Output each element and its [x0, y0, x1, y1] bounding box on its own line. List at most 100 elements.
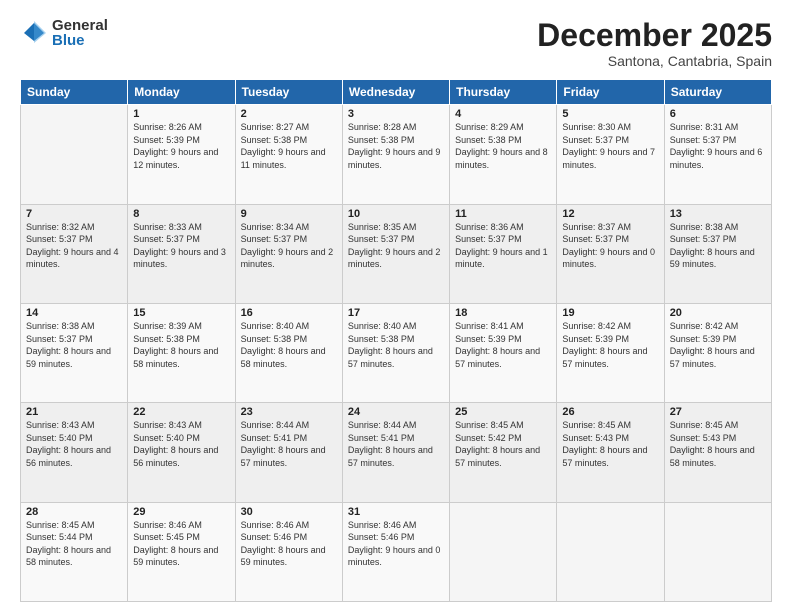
logo-text: General Blue: [52, 18, 108, 48]
day-cell: 9Sunrise: 8:34 AMSunset: 5:37 PMDaylight…: [235, 204, 342, 303]
header-day-friday: Friday: [557, 80, 664, 105]
day-number: 25: [455, 406, 551, 418]
day-cell: 15Sunrise: 8:39 AMSunset: 5:38 PMDayligh…: [128, 303, 235, 402]
day-cell: 2Sunrise: 8:27 AMSunset: 5:38 PMDaylight…: [235, 105, 342, 204]
day-info: Sunrise: 8:38 AMSunset: 5:37 PMDaylight:…: [670, 221, 766, 271]
day-cell: [450, 502, 557, 601]
day-info: Sunrise: 8:27 AMSunset: 5:38 PMDaylight:…: [241, 121, 337, 171]
day-number: 21: [26, 406, 122, 418]
day-cell: 31Sunrise: 8:46 AMSunset: 5:46 PMDayligh…: [342, 502, 449, 601]
logo: General Blue: [20, 18, 108, 48]
day-number: 14: [26, 307, 122, 319]
day-info: Sunrise: 8:44 AMSunset: 5:41 PMDaylight:…: [348, 419, 444, 469]
day-info: Sunrise: 8:40 AMSunset: 5:38 PMDaylight:…: [348, 320, 444, 370]
day-cell: 5Sunrise: 8:30 AMSunset: 5:37 PMDaylight…: [557, 105, 664, 204]
day-info: Sunrise: 8:36 AMSunset: 5:37 PMDaylight:…: [455, 221, 551, 271]
day-info: Sunrise: 8:26 AMSunset: 5:39 PMDaylight:…: [133, 121, 229, 171]
day-info: Sunrise: 8:42 AMSunset: 5:39 PMDaylight:…: [562, 320, 658, 370]
day-info: Sunrise: 8:40 AMSunset: 5:38 PMDaylight:…: [241, 320, 337, 370]
day-info: Sunrise: 8:45 AMSunset: 5:44 PMDaylight:…: [26, 519, 122, 569]
week-row-1: 7Sunrise: 8:32 AMSunset: 5:37 PMDaylight…: [21, 204, 772, 303]
day-cell: 19Sunrise: 8:42 AMSunset: 5:39 PMDayligh…: [557, 303, 664, 402]
day-info: Sunrise: 8:31 AMSunset: 5:37 PMDaylight:…: [670, 121, 766, 171]
day-number: 4: [455, 108, 551, 120]
day-cell: 4Sunrise: 8:29 AMSunset: 5:38 PMDaylight…: [450, 105, 557, 204]
day-number: 19: [562, 307, 658, 319]
header-day-sunday: Sunday: [21, 80, 128, 105]
day-cell: 6Sunrise: 8:31 AMSunset: 5:37 PMDaylight…: [664, 105, 771, 204]
day-info: Sunrise: 8:43 AMSunset: 5:40 PMDaylight:…: [26, 419, 122, 469]
day-number: 27: [670, 406, 766, 418]
day-cell: 7Sunrise: 8:32 AMSunset: 5:37 PMDaylight…: [21, 204, 128, 303]
day-info: Sunrise: 8:29 AMSunset: 5:38 PMDaylight:…: [455, 121, 551, 171]
day-cell: 23Sunrise: 8:44 AMSunset: 5:41 PMDayligh…: [235, 403, 342, 502]
day-info: Sunrise: 8:46 AMSunset: 5:46 PMDaylight:…: [348, 519, 444, 569]
day-number: 26: [562, 406, 658, 418]
day-cell: 8Sunrise: 8:33 AMSunset: 5:37 PMDaylight…: [128, 204, 235, 303]
day-number: 7: [26, 208, 122, 220]
day-cell: 27Sunrise: 8:45 AMSunset: 5:43 PMDayligh…: [664, 403, 771, 502]
subtitle: Santona, Cantabria, Spain: [537, 53, 772, 69]
day-cell: 21Sunrise: 8:43 AMSunset: 5:40 PMDayligh…: [21, 403, 128, 502]
month-title: December 2025: [537, 18, 772, 53]
day-info: Sunrise: 8:44 AMSunset: 5:41 PMDaylight:…: [241, 419, 337, 469]
day-info: Sunrise: 8:41 AMSunset: 5:39 PMDaylight:…: [455, 320, 551, 370]
day-number: 9: [241, 208, 337, 220]
header-row: SundayMondayTuesdayWednesdayThursdayFrid…: [21, 80, 772, 105]
day-number: 16: [241, 307, 337, 319]
day-info: Sunrise: 8:46 AMSunset: 5:45 PMDaylight:…: [133, 519, 229, 569]
day-number: 1: [133, 108, 229, 120]
day-info: Sunrise: 8:45 AMSunset: 5:42 PMDaylight:…: [455, 419, 551, 469]
day-number: 24: [348, 406, 444, 418]
day-cell: 29Sunrise: 8:46 AMSunset: 5:45 PMDayligh…: [128, 502, 235, 601]
day-info: Sunrise: 8:30 AMSunset: 5:37 PMDaylight:…: [562, 121, 658, 171]
week-row-3: 21Sunrise: 8:43 AMSunset: 5:40 PMDayligh…: [21, 403, 772, 502]
day-cell: [21, 105, 128, 204]
day-number: 17: [348, 307, 444, 319]
header-day-wednesday: Wednesday: [342, 80, 449, 105]
day-number: 13: [670, 208, 766, 220]
day-cell: 13Sunrise: 8:38 AMSunset: 5:37 PMDayligh…: [664, 204, 771, 303]
day-number: 11: [455, 208, 551, 220]
day-cell: 11Sunrise: 8:36 AMSunset: 5:37 PMDayligh…: [450, 204, 557, 303]
week-row-4: 28Sunrise: 8:45 AMSunset: 5:44 PMDayligh…: [21, 502, 772, 601]
day-cell: 20Sunrise: 8:42 AMSunset: 5:39 PMDayligh…: [664, 303, 771, 402]
day-cell: 10Sunrise: 8:35 AMSunset: 5:37 PMDayligh…: [342, 204, 449, 303]
day-number: 18: [455, 307, 551, 319]
day-number: 20: [670, 307, 766, 319]
header-day-monday: Monday: [128, 80, 235, 105]
day-info: Sunrise: 8:32 AMSunset: 5:37 PMDaylight:…: [26, 221, 122, 271]
logo-general-text: General: [52, 18, 108, 33]
day-cell: 28Sunrise: 8:45 AMSunset: 5:44 PMDayligh…: [21, 502, 128, 601]
day-info: Sunrise: 8:45 AMSunset: 5:43 PMDaylight:…: [562, 419, 658, 469]
day-cell: 30Sunrise: 8:46 AMSunset: 5:46 PMDayligh…: [235, 502, 342, 601]
day-info: Sunrise: 8:46 AMSunset: 5:46 PMDaylight:…: [241, 519, 337, 569]
day-info: Sunrise: 8:43 AMSunset: 5:40 PMDaylight:…: [133, 419, 229, 469]
day-cell: 22Sunrise: 8:43 AMSunset: 5:40 PMDayligh…: [128, 403, 235, 502]
day-cell: 12Sunrise: 8:37 AMSunset: 5:37 PMDayligh…: [557, 204, 664, 303]
day-info: Sunrise: 8:42 AMSunset: 5:39 PMDaylight:…: [670, 320, 766, 370]
day-number: 23: [241, 406, 337, 418]
day-cell: 24Sunrise: 8:44 AMSunset: 5:41 PMDayligh…: [342, 403, 449, 502]
day-cell: 26Sunrise: 8:45 AMSunset: 5:43 PMDayligh…: [557, 403, 664, 502]
day-info: Sunrise: 8:45 AMSunset: 5:43 PMDaylight:…: [670, 419, 766, 469]
day-cell: 18Sunrise: 8:41 AMSunset: 5:39 PMDayligh…: [450, 303, 557, 402]
day-info: Sunrise: 8:33 AMSunset: 5:37 PMDaylight:…: [133, 221, 229, 271]
day-cell: [664, 502, 771, 601]
day-info: Sunrise: 8:28 AMSunset: 5:38 PMDaylight:…: [348, 121, 444, 171]
day-info: Sunrise: 8:35 AMSunset: 5:37 PMDaylight:…: [348, 221, 444, 271]
day-number: 10: [348, 208, 444, 220]
logo-icon: [20, 19, 48, 47]
day-info: Sunrise: 8:39 AMSunset: 5:38 PMDaylight:…: [133, 320, 229, 370]
day-number: 28: [26, 506, 122, 518]
header: General Blue December 2025 Santona, Cant…: [20, 18, 772, 69]
day-cell: 14Sunrise: 8:38 AMSunset: 5:37 PMDayligh…: [21, 303, 128, 402]
day-number: 15: [133, 307, 229, 319]
day-number: 22: [133, 406, 229, 418]
header-day-tuesday: Tuesday: [235, 80, 342, 105]
logo-blue-text: Blue: [52, 33, 108, 48]
day-number: 29: [133, 506, 229, 518]
day-info: Sunrise: 8:37 AMSunset: 5:37 PMDaylight:…: [562, 221, 658, 271]
calendar-table: SundayMondayTuesdayWednesdayThursdayFrid…: [20, 79, 772, 602]
week-row-2: 14Sunrise: 8:38 AMSunset: 5:37 PMDayligh…: [21, 303, 772, 402]
